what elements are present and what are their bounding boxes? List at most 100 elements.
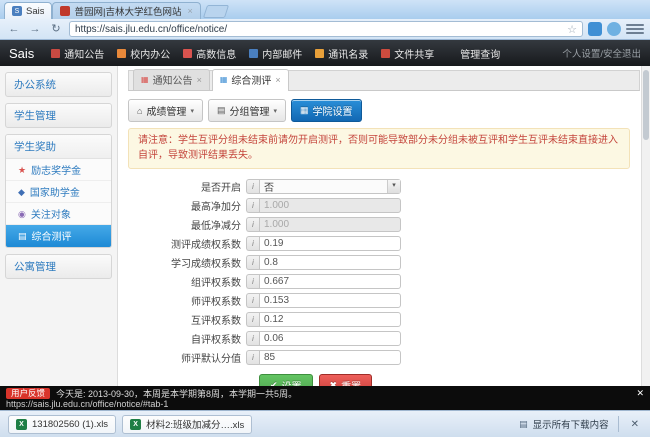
nav-item-internal-mail[interactable]: 内部邮件 [249, 46, 302, 61]
close-icon[interactable]: ✕ [636, 388, 644, 399]
study-score-weight-input[interactable] [259, 255, 401, 270]
download-item[interactable]: X 材料2:班级加减分….xls [122, 415, 252, 434]
tab-title: Sais [26, 6, 44, 17]
group-management-button[interactable]: ▤ 分组管理 ▾ [208, 99, 286, 122]
show-all-downloads-link[interactable]: ▤ 显示所有下载内容 [519, 417, 609, 431]
nav-label: 高数信息 [196, 46, 236, 61]
warning-notice: 请注意：学生互评分组未结束前请勿开启测评，否则可能导致部分未分组未被互评和学生互… [128, 128, 630, 169]
sidebar-item-student-management[interactable]: 学生管理 [5, 103, 112, 128]
enable-select[interactable]: 否 ▾ [259, 179, 401, 194]
download-item[interactable]: X 131802560 (1).xls [8, 415, 116, 434]
award-icon: ★ [18, 165, 26, 175]
info-icon [183, 49, 192, 58]
tab-label: 通知公告 [153, 72, 193, 87]
field-label: 最高净加分 [128, 198, 246, 213]
score-management-button[interactable]: ⌂ 成绩管理 ▾ [128, 99, 203, 122]
nav-item-campus-office[interactable]: 校内办公 [117, 46, 170, 61]
grid-icon: ▦ [300, 105, 309, 116]
close-tab-icon[interactable]: × [275, 75, 280, 85]
field-label: 学习成绩权系数 [128, 255, 246, 270]
ticker-badge[interactable]: 用户反馈 [6, 388, 50, 399]
scrollbar-thumb[interactable] [643, 70, 649, 140]
nav-item-info[interactable]: 高数信息 [183, 46, 236, 61]
content-tab-bar: ▦ 通知公告 × ▦ 综合测评 × [128, 70, 640, 91]
field-label: 测评成绩权系数 [128, 236, 246, 251]
sidebar-item-student-aid[interactable]: 学生奖助 [6, 135, 111, 159]
extension-icon[interactable] [588, 22, 602, 36]
teacher-eval-weight-input[interactable] [259, 293, 401, 308]
excel-file-icon: X [16, 419, 27, 430]
divider [618, 416, 619, 432]
browser-menu-icon[interactable] [626, 22, 644, 36]
max-bonus-input[interactable] [259, 198, 401, 213]
info-addon-icon: i [246, 255, 259, 270]
site-favicon [60, 6, 70, 16]
form-row: 是否开启 i 否 ▾ [128, 179, 640, 194]
nav-label: 通讯名录 [328, 46, 368, 61]
info-addon-icon: i [246, 293, 259, 308]
back-button[interactable]: ← [6, 22, 22, 37]
nav-item-contacts[interactable]: 通讯名录 [315, 46, 368, 61]
people-icon: ◉ [18, 209, 26, 219]
reset-button[interactable]: ✖ 重置 [319, 374, 373, 386]
download-filename: 材料2:班级加减分….xls [146, 417, 244, 431]
min-deduction-input[interactable] [259, 217, 401, 232]
info-addon-icon: i [246, 198, 259, 213]
downloads-list-icon: ▤ [519, 419, 528, 430]
tab-comprehensive-evaluation[interactable]: ▦ 综合测评 × [212, 69, 289, 91]
address-bar-row: ← → ↻ https://sais.jlu.edu.cn/office/not… [0, 19, 650, 40]
nav-label: 校内办公 [130, 46, 170, 61]
self-eval-weight-input[interactable] [259, 331, 401, 346]
peer-eval-weight-input[interactable] [259, 312, 401, 327]
eval-score-weight-input[interactable] [259, 236, 401, 251]
chevron-down-icon: ▾ [190, 107, 194, 115]
page-scrollbar[interactable] [641, 66, 650, 386]
sidebar-item-office-system[interactable]: 办公系统 [5, 72, 112, 97]
button-label: 成绩管理 [146, 103, 186, 118]
fund-icon: ◆ [18, 187, 25, 197]
tab-notice[interactable]: ▦ 通知公告 × [133, 69, 210, 90]
sidebar-item-comprehensive-evaluation[interactable]: ▤ 综合测评 [6, 225, 111, 247]
close-tab-icon[interactable]: × [197, 75, 202, 85]
new-tab-button[interactable] [203, 5, 229, 18]
button-label: 学院设置 [313, 103, 353, 118]
address-bar[interactable]: https://sais.jlu.edu.cn/office/notice/ ☆ [69, 21, 583, 37]
field-label: 师评默认分值 [128, 350, 246, 365]
file-share-icon [381, 49, 390, 58]
user-settings-logout-link[interactable]: 个人设置/安全退出 [562, 46, 641, 60]
chevron-down-icon: ▾ [273, 107, 277, 115]
close-shelf-button[interactable]: ✕ [628, 419, 642, 430]
bookmark-star-icon[interactable]: ☆ [567, 23, 577, 36]
refresh-button[interactable]: ↻ [48, 22, 64, 37]
button-label: 分组管理 [229, 103, 269, 118]
nav-item-admin-query[interactable]: 管理查询 [447, 46, 500, 61]
app-logo[interactable]: Sais [9, 46, 34, 61]
browser-tab-site[interactable]: 普园网|吉林大学红色网站 × [52, 2, 200, 19]
browser-tab-sais[interactable]: S Sais [4, 2, 52, 19]
college-settings-button[interactable]: ▦ 学院设置 [291, 99, 362, 122]
form-row: 学习成绩权系数 i [128, 255, 640, 270]
notice-ticker-bar: 用户反馈 今天是: 2013-09-30，本周是本学期第8周，本学期一共5周。 … [0, 386, 650, 410]
forward-button[interactable]: → [27, 22, 43, 37]
query-icon [447, 49, 456, 58]
nav-label: 内部邮件 [262, 46, 302, 61]
nav-item-file-share[interactable]: 文件共享 [381, 46, 434, 61]
set-button[interactable]: ✔ 设置 [259, 374, 313, 386]
download-filename: 131802560 (1).xls [32, 419, 108, 430]
grid-icon: ▦ [220, 75, 228, 84]
info-addon-icon: i [246, 179, 259, 194]
teacher-default-score-input[interactable] [259, 350, 401, 365]
field-label: 互评权系数 [128, 312, 246, 327]
status-url: https://sais.jlu.edu.cn/office/notice/#t… [6, 399, 644, 410]
form-actions: ✔ 设置 ✖ 重置 [259, 374, 640, 386]
close-tab-icon[interactable]: × [187, 6, 192, 16]
settings-form: 是否开启 i 否 ▾ 最高净加分 i 最低净减分 i [128, 179, 640, 386]
extension-icon-2[interactable] [607, 22, 621, 36]
nav-item-notice[interactable]: 通知公告 [51, 46, 104, 61]
sidebar-item-national-grant[interactable]: ◆ 国家助学金 [6, 181, 111, 203]
sidebar-item-inspiration-scholarship[interactable]: ★ 励志奖学金 [6, 159, 111, 181]
info-addon-icon: i [246, 350, 259, 365]
sidebar-item-apartment-management[interactable]: 公寓管理 [5, 254, 112, 279]
sidebar-item-watch-list[interactable]: ◉ 关注对象 [6, 203, 111, 225]
group-eval-weight-input[interactable] [259, 274, 401, 289]
